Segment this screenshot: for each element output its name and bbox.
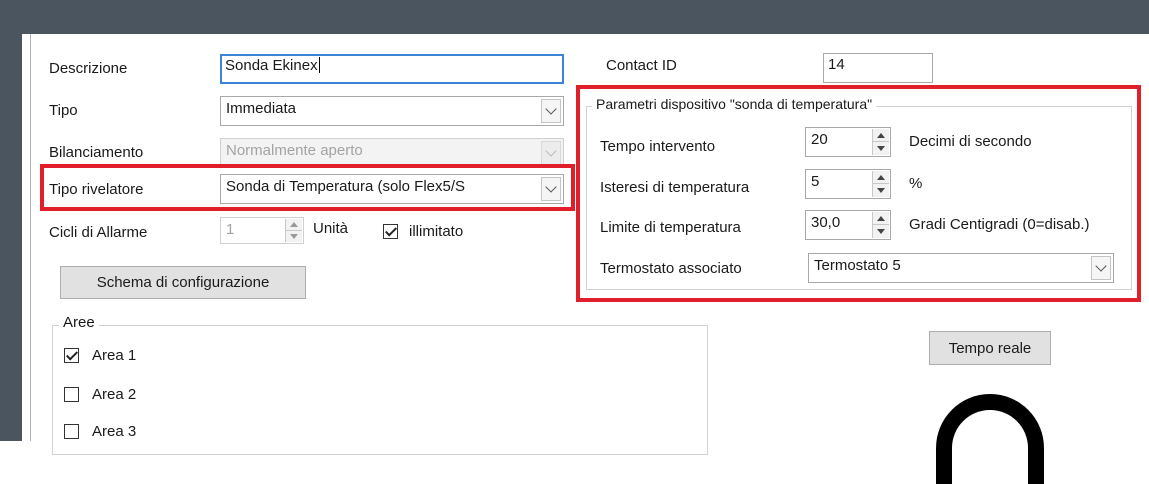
descrizione-input[interactable]: Sonda Ekinex	[220, 54, 564, 84]
window-border	[30, 34, 31, 441]
aree-group	[52, 325, 708, 455]
parametri-highlight	[576, 85, 1141, 302]
window-title-bar	[0, 0, 1149, 34]
cicli-allarme-label: Cicli di Allarme	[49, 224, 148, 241]
area-3-checkbox[interactable]	[64, 424, 79, 439]
text-cursor	[318, 57, 320, 73]
bilanciamento-label: Bilanciamento	[49, 144, 144, 161]
descrizione-value: Sonda Ekinex	[225, 57, 318, 74]
chevron-down-icon	[541, 141, 561, 165]
tipo-select[interactable]: Immediata	[220, 96, 564, 126]
tipo-rivelatore-highlight	[40, 164, 575, 211]
tempo-reale-button[interactable]: Tempo reale	[929, 331, 1051, 365]
illimitato-checkbox[interactable]	[383, 224, 398, 239]
descrizione-label: Descrizione	[49, 60, 128, 77]
checkmark-icon	[384, 224, 398, 237]
contact-id-input[interactable]: 14	[823, 53, 933, 83]
area-2-label: Area 2	[92, 386, 137, 403]
bilanciamento-selected-value: Normalmente aperto	[226, 142, 363, 159]
area-3-label: Area 3	[92, 423, 137, 440]
schema-configurazione-button[interactable]: Schema di configurazione	[60, 266, 306, 299]
tipo-label: Tipo	[49, 102, 78, 119]
aree-group-title: Aree	[59, 314, 99, 331]
cicli-allarme-spinner: 1	[220, 217, 304, 244]
spin-down-icon	[286, 231, 302, 243]
cicli-allarme-value: 1	[226, 221, 235, 238]
spin-up-icon	[286, 219, 302, 231]
status-graphic	[936, 394, 1044, 484]
tipo-selected-value: Immediata	[226, 100, 297, 117]
area-1-label: Area 1	[92, 347, 137, 364]
illimitato-label: illimitato	[409, 223, 464, 240]
window-left-edge	[0, 0, 22, 441]
checkmark-icon	[65, 348, 79, 361]
contact-id-label: Contact ID	[606, 57, 677, 74]
area-1-checkbox[interactable]	[64, 348, 79, 363]
cicli-unit-label: Unità	[313, 220, 349, 237]
area-2-checkbox[interactable]	[64, 387, 79, 402]
chevron-down-icon[interactable]	[541, 99, 561, 123]
